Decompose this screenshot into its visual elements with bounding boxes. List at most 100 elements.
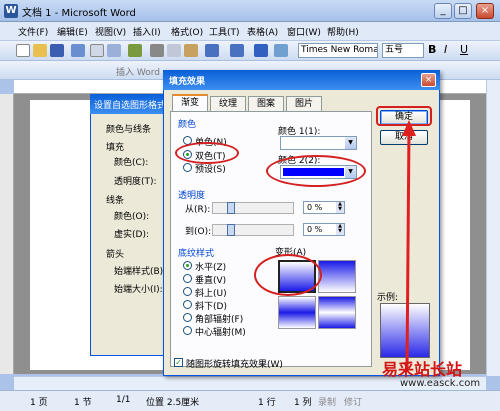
- paste-icon[interactable]: [184, 44, 198, 57]
- rotate-fill-checkbox[interactable]: ✓: [174, 358, 183, 367]
- back-label-line: 线条: [106, 196, 125, 206]
- back-label-dash: 虚实(D):: [114, 230, 149, 240]
- from-spinner[interactable]: 0 % ▲ ▼: [303, 201, 345, 214]
- word-app-icon: W: [4, 4, 18, 18]
- redo-icon[interactable]: [230, 44, 244, 57]
- back-label-transparency: 透明度(T):: [114, 177, 157, 187]
- annotation-circle-variant: [254, 254, 322, 296]
- watermark-url: www.easck.com: [400, 378, 481, 389]
- back-label-fill: 填充: [106, 143, 125, 153]
- tab-pattern[interactable]: 图案: [248, 96, 284, 112]
- status-pages: 1/1: [116, 395, 131, 405]
- standard-toolbar: [0, 41, 500, 61]
- spelling-icon[interactable]: [128, 44, 142, 57]
- menu-view[interactable]: 视图(V): [95, 25, 126, 38]
- status-bar: 1 页 1 节 1/1 位置 2.5厘米 1 行 1 列 录制 修订: [0, 390, 500, 411]
- italic-icon[interactable]: I: [444, 43, 447, 56]
- annotation-circle-two-colors: [175, 142, 239, 164]
- fill-effects-titlebar: 填充效果: [163, 70, 440, 90]
- color1-combo[interactable]: ▼: [280, 136, 357, 150]
- status-section: 1 节: [74, 398, 92, 408]
- fill-effects-title: 填充效果: [169, 77, 206, 87]
- menu-insert[interactable]: 插入(I): [133, 25, 161, 38]
- dialog-close-button[interactable]: ×: [421, 73, 436, 87]
- radio-horizontal[interactable]: [183, 261, 192, 270]
- menu-table[interactable]: 表格(A): [247, 25, 278, 38]
- spin-arrows[interactable]: ▲ ▼: [336, 202, 344, 213]
- print-preview-icon[interactable]: [107, 44, 121, 57]
- back-label-begin-size: 始端大小(I):: [114, 285, 163, 295]
- font-size-combo[interactable]: 五号: [382, 43, 424, 58]
- permission-icon[interactable]: [71, 44, 85, 57]
- variant-3[interactable]: [278, 296, 316, 329]
- tab-texture[interactable]: 纹理: [210, 96, 246, 112]
- horizontal-label: 水平(Z): [195, 263, 227, 273]
- back-tab-colors-lines[interactable]: 颜色与线条: [106, 122, 151, 135]
- slider-thumb[interactable]: [227, 224, 235, 236]
- radio-from-center[interactable]: [183, 326, 192, 335]
- menu-tools[interactable]: 工具(T): [209, 25, 240, 38]
- from-slider[interactable]: [212, 202, 294, 214]
- shading-group-label: 底纹样式: [178, 249, 215, 259]
- back-label-color: 颜色(C):: [114, 158, 149, 168]
- menu-window[interactable]: 窗口(W): [287, 25, 321, 38]
- status-column: 1 列: [294, 398, 312, 408]
- slider-thumb[interactable]: [227, 202, 235, 214]
- radio-preset[interactable]: [183, 163, 192, 172]
- maximize-button[interactable]: □: [454, 3, 472, 19]
- underline-icon[interactable]: U: [460, 43, 468, 56]
- copy-icon[interactable]: [167, 44, 181, 57]
- to-value: 0 %: [307, 225, 323, 234]
- status-position: 位置 2.5厘米: [146, 398, 200, 408]
- radio-diagonal-up[interactable]: [183, 287, 192, 296]
- menu-help[interactable]: 帮助(H): [327, 25, 359, 38]
- menu-file[interactable]: 文件(F): [18, 25, 48, 38]
- tab-picture[interactable]: 图片: [286, 96, 322, 112]
- font-name-combo[interactable]: Times New Roman: [298, 43, 378, 58]
- colors-group-label: 颜色: [178, 120, 197, 130]
- tables-icon[interactable]: [274, 44, 288, 57]
- to-label: 到(O):: [185, 227, 212, 237]
- toolbar2-label: 插入 Word: [116, 68, 160, 78]
- chevron-down-icon: ▼: [345, 137, 356, 149]
- radio-from-corner[interactable]: [183, 313, 192, 322]
- watermark-text: 易采站长站: [382, 360, 463, 379]
- undo-icon[interactable]: [205, 44, 219, 57]
- to-spinner[interactable]: 0 % ▲ ▼: [303, 223, 345, 236]
- menu-edit[interactable]: 编辑(E): [57, 25, 88, 38]
- rotate-fill-label: 随图形旋转填充效果(W): [186, 360, 283, 370]
- close-button[interactable]: ×: [476, 3, 494, 19]
- status-revision[interactable]: 修订: [344, 395, 362, 408]
- open-icon[interactable]: [33, 44, 47, 57]
- menu-format[interactable]: 格式(O): [171, 25, 203, 38]
- spin-arrows[interactable]: ▲ ▼: [336, 224, 344, 235]
- save-icon[interactable]: [50, 44, 64, 57]
- cut-icon[interactable]: [150, 44, 164, 57]
- annotation-circle-color2: [266, 155, 366, 187]
- annotation-arrow: [402, 120, 416, 371]
- back-label-arrows: 箭头: [106, 250, 125, 260]
- new-doc-icon[interactable]: [16, 44, 30, 57]
- transparency-group-label: 透明度: [178, 191, 206, 201]
- bold-icon[interactable]: B: [428, 43, 436, 56]
- print-icon[interactable]: [90, 44, 104, 57]
- hyperlink-icon[interactable]: [254, 44, 268, 57]
- status-page: 1 页: [30, 398, 48, 408]
- variant-2[interactable]: [318, 260, 356, 293]
- radio-diagonal-down[interactable]: [183, 300, 192, 309]
- radio-vertical[interactable]: [183, 274, 192, 283]
- vertical-label: 垂直(V): [195, 276, 227, 286]
- status-line: 1 行: [258, 398, 276, 408]
- format-autoshape-title: 设置自选图形格式: [90, 94, 172, 114]
- from-center-label: 中心辐射(M): [195, 328, 246, 338]
- vertical-ruler: [0, 94, 14, 374]
- window-title: 文档 1 - Microsoft Word: [22, 8, 136, 19]
- to-slider[interactable]: [212, 224, 294, 236]
- from-value: 0 %: [307, 203, 323, 212]
- back-label-line-color: 颜色(O):: [114, 212, 150, 222]
- vertical-scrollbar[interactable]: [486, 80, 500, 376]
- status-record[interactable]: 录制: [318, 395, 336, 408]
- minimize-button[interactable]: _: [434, 3, 452, 19]
- variant-4[interactable]: [318, 296, 356, 329]
- menu-bar: 文件(F) 编辑(E) 视图(V) 插入(I) 格式(O) 工具(T) 表格(A…: [0, 22, 500, 41]
